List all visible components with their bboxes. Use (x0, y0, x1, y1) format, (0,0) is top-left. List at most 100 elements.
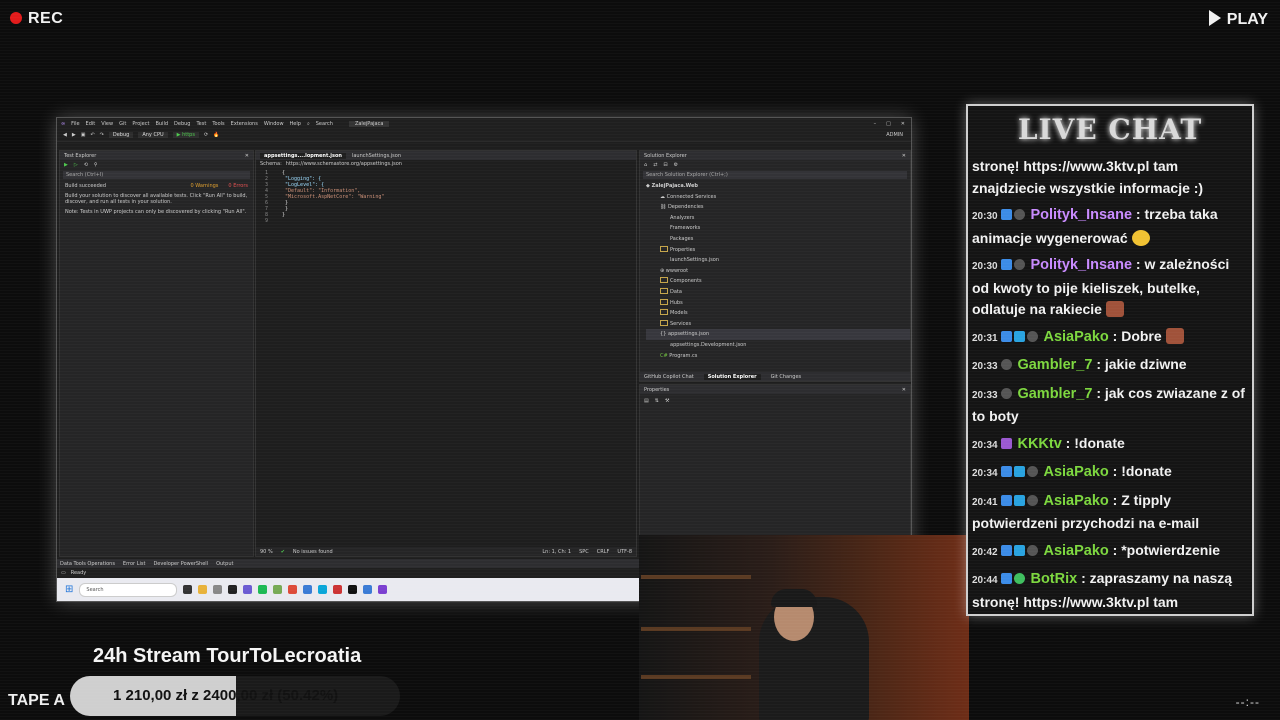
file-explorer-icon[interactable] (198, 585, 208, 594)
tree-item-project[interactable]: ◆ ZalejPajaca.Web (646, 181, 910, 192)
refresh-tests-icon[interactable]: ⟲ (84, 162, 88, 168)
run-icon[interactable]: ▷ (74, 162, 78, 168)
menu-extensions[interactable]: Extensions (231, 121, 258, 127)
menu-build[interactable]: Build (155, 121, 168, 127)
code-area[interactable]: 1{ 2 "Logging": { 3 "LogLevel": { 4 "Def… (256, 168, 636, 224)
maximize-icon[interactable]: □ (886, 121, 891, 127)
tab-output[interactable]: Output (216, 561, 233, 567)
chat-username[interactable]: Polityk_Insane (1030, 207, 1132, 223)
tree-item-packages[interactable]: Packages (646, 234, 910, 245)
tree-item-components[interactable]: Components (646, 276, 910, 287)
chat-username[interactable]: AsiaPako (1043, 543, 1108, 559)
hot-reload-icon[interactable]: 🔥 (213, 132, 219, 138)
tree-item-appsettings[interactable]: {} appsettings.json (646, 329, 910, 340)
app-icon[interactable] (273, 585, 283, 594)
tree-item-launch-settings[interactable]: launchSettings.json (646, 255, 910, 266)
menu-file[interactable]: File (71, 121, 79, 127)
windows-start-icon[interactable]: ⊞ (65, 584, 73, 595)
spc-label[interactable]: SPC (579, 549, 589, 555)
mail-icon[interactable] (228, 585, 238, 594)
app-icon[interactable] (333, 585, 343, 594)
chat-username[interactable]: Gambler_7 (1017, 386, 1092, 402)
tree-item-frameworks[interactable]: Frameworks (646, 223, 910, 234)
search-menu[interactable]: Search (316, 121, 333, 127)
tree-item-program[interactable]: C# Program.cs (646, 351, 910, 362)
refresh-icon[interactable]: ⟳ (204, 132, 208, 138)
app-icon[interactable] (363, 585, 373, 594)
undo-icon[interactable]: ↶ (90, 132, 94, 138)
platform-dropdown[interactable]: Any CPU (138, 132, 168, 138)
tree-item-dependencies[interactable]: ⛓ Dependencies (646, 202, 910, 213)
collapse-icon[interactable]: ⊟ (663, 162, 667, 168)
config-dropdown[interactable]: Debug (108, 132, 134, 138)
tree-item-appsettings-development[interactable]: appsettings.Development.json (646, 340, 910, 351)
chat-username[interactable]: AsiaPako (1043, 329, 1108, 345)
close-panel-icon[interactable]: ✕ (245, 153, 253, 159)
menu-edit[interactable]: Edit (86, 121, 96, 127)
run-button[interactable]: ▶ https (172, 132, 199, 138)
tree-item-analyzers[interactable]: Analyzers (646, 213, 910, 224)
menu-help[interactable]: Help (290, 121, 301, 127)
schema-url[interactable]: https://www.schemastore.org/appsettings.… (286, 161, 402, 167)
menu-window[interactable]: Window (264, 121, 284, 127)
filter-icon[interactable]: ⚲ (94, 162, 98, 168)
spotify-icon[interactable] (258, 585, 268, 594)
forward-icon[interactable]: ▶ (72, 132, 76, 138)
chat-username[interactable]: Gambler_7 (1017, 357, 1092, 373)
menu-view[interactable]: View (101, 121, 113, 127)
back-icon[interactable]: ◀ (63, 132, 67, 138)
sync-icon[interactable]: ⇄ (653, 162, 657, 168)
tree-item-services[interactable]: Services (646, 319, 910, 330)
chat-username[interactable]: KKKtv (1017, 436, 1061, 452)
zoom-level[interactable]: 90 % (260, 549, 273, 555)
test-search-input[interactable]: Search (Ctrl+I) (63, 171, 250, 179)
menu-tools[interactable]: Tools (212, 121, 224, 127)
wrench-icon[interactable]: ⚒ (665, 398, 669, 404)
settings-app-icon[interactable] (213, 585, 223, 594)
app-icon[interactable] (348, 585, 358, 594)
alphabetical-icon[interactable]: ⇅ (655, 398, 659, 404)
warnings-count[interactable]: 0 Warnings (190, 183, 218, 189)
menu-debug[interactable]: Debug (174, 121, 190, 127)
errors-count[interactable]: 0 Errors (228, 183, 248, 189)
tree-item-wwwroot[interactable]: ⊕ wwwroot (646, 266, 910, 277)
tree-item-models[interactable]: Models (646, 308, 910, 319)
taskbar-search-input[interactable]: Search (79, 582, 178, 597)
tab-developer-powershell[interactable]: Developer PowerShell (153, 561, 208, 567)
run-all-icon[interactable]: ▶ (64, 162, 68, 168)
encoding-label[interactable]: UTF-8 (617, 549, 636, 555)
categorized-icon[interactable]: ▤ (644, 398, 649, 404)
redo-icon[interactable]: ↷ (100, 132, 104, 138)
solution-search-input[interactable]: Search Solution Explorer (Ctrl+;) (643, 171, 907, 179)
search-icon[interactable]: ⌕ (307, 121, 310, 127)
chat-username[interactable]: AsiaPako (1043, 464, 1108, 480)
minimize-icon[interactable]: – (874, 121, 877, 127)
discord-icon[interactable] (243, 585, 253, 594)
visual-studio-taskbar-icon[interactable] (378, 585, 388, 594)
chat-username[interactable]: BotRix (1030, 571, 1077, 587)
tab-git-changes[interactable]: Git Changes (771, 374, 802, 380)
home-icon[interactable]: ⌂ (644, 162, 647, 168)
menu-git[interactable]: Git (119, 121, 126, 127)
chrome-icon[interactable] (288, 585, 298, 594)
close-panel-icon[interactable]: ✕ (902, 387, 910, 393)
crlf-label[interactable]: CRLF (597, 549, 610, 555)
save-icon[interactable]: ▣ (81, 132, 86, 138)
tab-error-list[interactable]: Error List (123, 561, 146, 567)
tab-solution-explorer[interactable]: Solution Explorer (703, 373, 761, 380)
task-view-icon[interactable] (183, 585, 193, 594)
chat-username[interactable]: Polityk_Insane (1030, 257, 1132, 273)
chat-username[interactable]: AsiaPako (1043, 493, 1108, 509)
app-icon[interactable] (303, 585, 313, 594)
tree-item-data[interactable]: Data (646, 287, 910, 298)
tree-item-properties[interactable]: Properties (646, 245, 910, 256)
close-icon[interactable]: ✕ (901, 121, 905, 127)
tab-appsettings-development[interactable]: appsettings....lopment.json (260, 152, 346, 159)
tree-item-connected-services[interactable]: ☁ Connected Services (646, 192, 910, 203)
tree-item-hubs[interactable]: Hubs (646, 298, 910, 309)
menu-project[interactable]: Project (132, 121, 149, 127)
tab-launch-settings[interactable]: launchSettings.json (352, 153, 401, 159)
menu-test[interactable]: Test (196, 121, 206, 127)
settings-icon[interactable]: ⚙ (674, 162, 678, 168)
tab-copilot-chat[interactable]: GitHub Copilot Chat (644, 374, 694, 380)
